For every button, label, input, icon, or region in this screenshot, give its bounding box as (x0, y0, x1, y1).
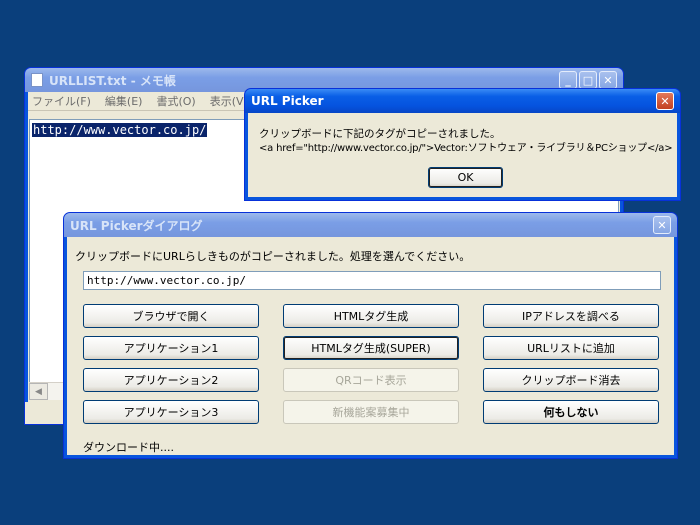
picker-title: URL Picker (251, 94, 324, 108)
url-picker-message-window: URL Picker ✕ クリップボードに下記のタグがコピーされました。 <a … (244, 88, 681, 201)
dialog-title: URL Pickerダイアログ (70, 218, 203, 233)
dialog-titlebar[interactable]: URL Pickerダイアログ ✕ (64, 213, 677, 237)
picker-close-button[interactable]: ✕ (656, 92, 674, 110)
close-button[interactable]: ✕ (599, 71, 617, 89)
picker-titlebar[interactable]: URL Picker ✕ (245, 89, 680, 113)
dialog-close-button[interactable]: ✕ (653, 216, 671, 234)
application-1-button[interactable]: アプリケーション1 (83, 336, 259, 360)
application-3-button[interactable]: アプリケーション3 (83, 400, 259, 424)
url-picker-dialog-window: URL Pickerダイアログ ✕ クリップボードにURLらしきものがコピーされ… (63, 212, 678, 459)
ip-lookup-button[interactable]: IPアドレスを調べる (483, 304, 659, 328)
minimize-icon: _ (565, 73, 571, 87)
html-tag-super-button[interactable]: HTMLタグ生成(SUPER) (283, 336, 459, 360)
qr-code-button[interactable]: QRコード表示 (283, 368, 459, 392)
dialog-instruction: クリップボードにURLらしきものがコピーされました。処理を選んでください。 (75, 250, 471, 263)
application-2-button[interactable]: アプリケーション2 (83, 368, 259, 392)
add-url-list-button[interactable]: URLリストに追加 (483, 336, 659, 360)
notepad-title: URLLIST.txt - メモ帳 (49, 73, 176, 88)
notepad-selected-text[interactable]: http://www.vector.co.jp/ (32, 123, 208, 137)
close-icon: ✕ (657, 218, 667, 232)
download-status: ダウンロード中.... (83, 441, 174, 454)
picker-client: クリップボードに下記のタグがコピーされました。 <a href="http://… (248, 113, 677, 197)
html-tag-button[interactable]: HTMLタグ生成 (283, 304, 459, 328)
notepad-app-icon (31, 73, 43, 87)
scroll-left-icon[interactable]: ◀ (29, 383, 48, 400)
close-icon: ✕ (660, 94, 670, 108)
menu-file[interactable]: ファイル(F) (32, 93, 91, 109)
menu-edit[interactable]: 編集(E) (105, 93, 143, 109)
menu-format[interactable]: 書式(O) (156, 93, 195, 109)
open-browser-button[interactable]: ブラウザで開く (83, 304, 259, 328)
dialog-client: クリップボードにURLらしきものがコピーされました。処理を選んでください。 ht… (67, 237, 674, 455)
new-feature-button[interactable]: 新機能案募集中 (283, 400, 459, 424)
maximize-button[interactable]: □ (579, 71, 597, 89)
close-icon: ✕ (603, 73, 613, 87)
picker-message-line-2: <a href="http://www.vector.co.jp/">Vecto… (259, 143, 673, 154)
clear-clipboard-button[interactable]: クリップボード消去 (483, 368, 659, 392)
minimize-button[interactable]: _ (559, 71, 577, 89)
maximize-icon: □ (582, 73, 594, 87)
menu-view[interactable]: 表示(V) (210, 93, 248, 109)
do-nothing-button[interactable]: 何もしない (483, 400, 659, 424)
ok-button[interactable]: OK (428, 167, 503, 188)
url-field[interactable]: http://www.vector.co.jp/ (83, 271, 661, 290)
